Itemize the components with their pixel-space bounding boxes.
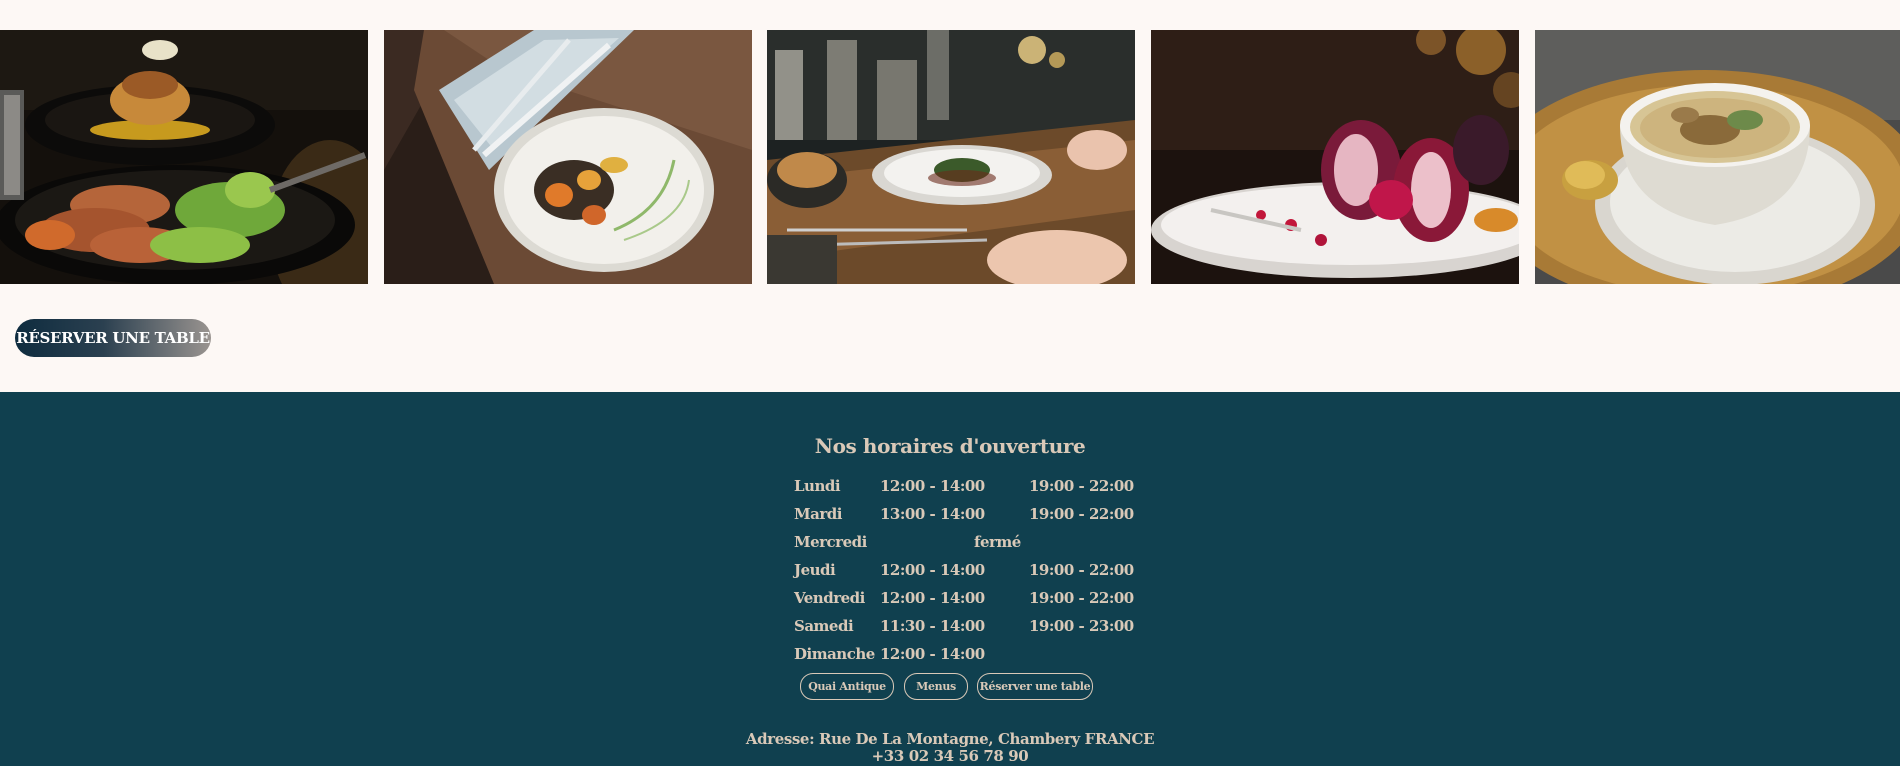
hours-closed: fermé [974,533,1021,551]
footer-link-quai-antique[interactable]: Quai Antique [800,673,894,700]
fig-dessert-photo[interactable] [1151,30,1519,284]
hours-row-tuesday: Mardi 13:00 - 14:00 19:00 - 22:00 [0,505,1900,529]
hours-dinner: 19:00 - 23:00 [1029,617,1134,635]
hours-lunch: 12:00 - 14:00 [880,589,985,607]
footer-link-menus[interactable]: Menus [904,673,968,700]
hours-lunch: 13:00 - 14:00 [880,505,985,523]
footer-address: Adresse: Rue De La Montagne, Chambery FR… [745,730,1155,748]
photo-gallery [0,30,1900,284]
hours-row-thursday: Jeudi 12:00 - 14:00 19:00 - 22:00 [0,561,1900,585]
hours-row-friday: Vendredi 12:00 - 14:00 19:00 - 22:00 [0,589,1900,613]
hours-day: Lundi [794,477,841,495]
hours-day: Mardi [794,505,842,523]
hours-row-saturday: Samedi 11:30 - 14:00 19:00 - 23:00 [0,617,1900,641]
hours-row-sunday: Dimanche 12:00 - 14:00 [0,645,1900,669]
hours-lunch: 12:00 - 14:00 [880,477,985,495]
hours-day: Samedi [794,617,854,635]
reserve-table-button[interactable]: RÉSERVER UNE TABLE [15,319,211,357]
footer-contact: Adresse: Rue De La Montagne, Chambery FR… [0,731,1900,765]
gallery-section: RÉSERVER UNE TABLE [0,0,1900,392]
hours-row-wednesday: Mercredi fermé [0,533,1900,557]
opening-hours-title: Nos horaires d'ouverture [814,434,1086,458]
hours-row-monday: Lundi 12:00 - 14:00 19:00 - 22:00 [0,477,1900,501]
vegetable-plate-photo[interactable] [384,30,752,284]
hours-dinner: 19:00 - 22:00 [1029,505,1134,523]
dining-table-photo[interactable] [767,30,1135,284]
footer: Nos horaires d'ouverture Lundi 12:00 - 1… [0,392,1900,766]
hours-dinner: 19:00 - 22:00 [1029,589,1134,607]
hours-day: Jeudi [794,561,836,579]
hours-dinner: 19:00 - 22:00 [1029,561,1134,579]
hours-lunch: 11:30 - 14:00 [880,617,985,635]
hours-day: Dimanche [794,645,875,663]
hours-day: Mercredi [794,533,867,551]
hours-dinner: 19:00 - 22:00 [1029,477,1134,495]
hours-lunch: 12:00 - 14:00 [880,645,985,663]
footer-link-reserve[interactable]: Réserver une table [977,673,1093,700]
soup-bowl-photo[interactable] [1535,30,1900,284]
footer-links: Quai Antique Menus Réserver une table [0,673,1900,700]
roast-platter-photo[interactable] [0,30,368,284]
hours-day: Vendredi [794,589,865,607]
hours-lunch: 12:00 - 14:00 [880,561,985,579]
footer-phone: +33 02 34 56 78 90 [871,747,1029,765]
